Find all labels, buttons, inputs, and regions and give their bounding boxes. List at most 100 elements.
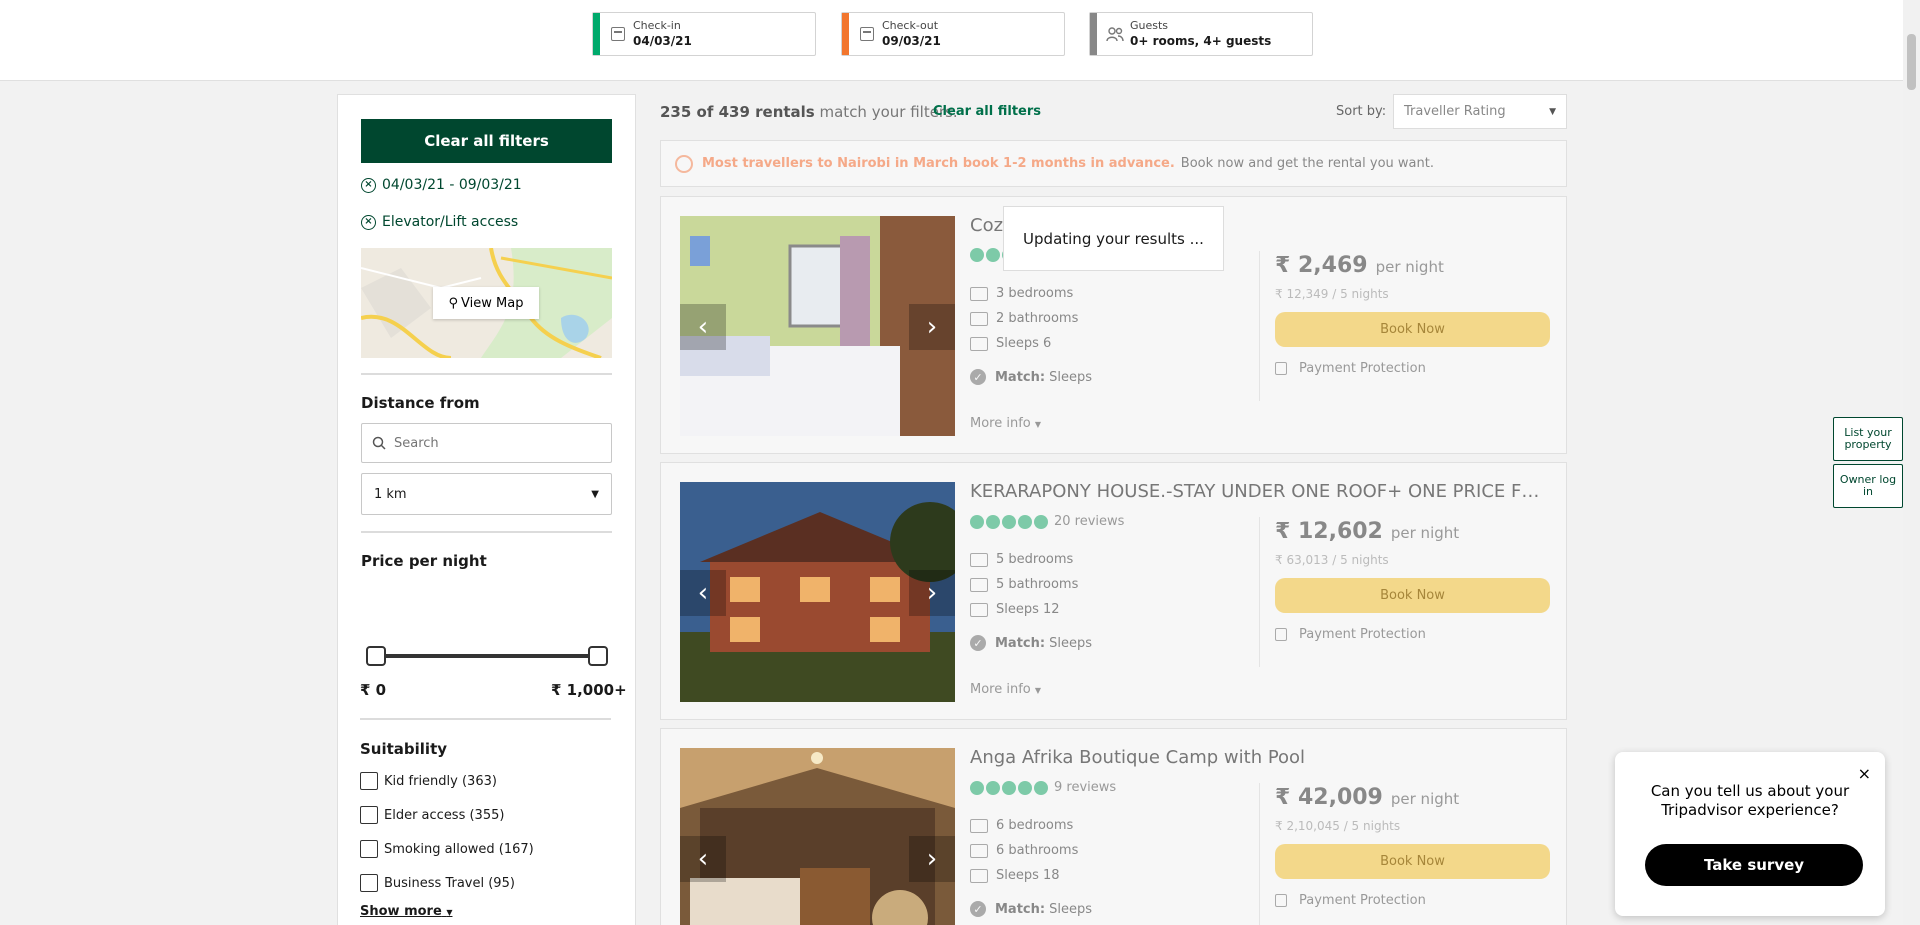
list-your-property-tab[interactable]: List your property (1833, 417, 1903, 461)
listing-title[interactable]: KERARAPONY HOUSE.-STAY UNDER ONE ROOF+ O… (970, 481, 1550, 502)
checkout-value: 09/03/21 (882, 34, 941, 48)
sort-select-value: Traveller Rating (1404, 104, 1506, 119)
divider (360, 718, 611, 720)
listing-card[interactable]: ‹ › Anga Afrika Boutique Camp with Pool … (660, 728, 1567, 925)
suitability-option[interactable]: Business Travel (95) (360, 874, 515, 892)
listing-photo[interactable]: ‹ › (680, 216, 955, 436)
listing-price: ₹ 12,602 per night (1275, 519, 1459, 544)
listing-title[interactable]: Anga Afrika Boutique Camp with Pool (970, 747, 1550, 768)
feature-label: Sleeps 6 (996, 336, 1052, 351)
card-separator (1259, 783, 1260, 925)
listing-card[interactable]: ‹ › KERARAPONY HOUSE.-STAY UNDER ONE ROO… (660, 462, 1567, 720)
price-slider-max-handle[interactable] (588, 646, 608, 666)
checkout-field[interactable]: Check-out 09/03/21 (841, 12, 1065, 56)
scrollbar-thumb[interactable] (1907, 34, 1916, 90)
map-preview[interactable]: ⚲ View Map (361, 248, 612, 358)
chevron-down-icon: ▼ (446, 908, 453, 917)
suitability-option[interactable]: Smoking allowed (167) (360, 840, 534, 858)
view-map-label: View Map (461, 295, 524, 311)
feature-label: 5 bedrooms (996, 552, 1074, 567)
results-count-bold: 235 of 439 rentals (660, 103, 815, 121)
checkbox[interactable] (360, 874, 378, 892)
rating-bubble (986, 780, 1000, 795)
guests-field[interactable]: Guests 0+ rooms, 4+ guests (1089, 12, 1313, 56)
loading-overlay: Updating your results ... (1003, 206, 1224, 271)
payment-protection[interactable]: Payment Protection (1275, 893, 1426, 908)
sort-select[interactable]: Traveller Rating ▼ (1393, 94, 1567, 129)
listing-photo[interactable]: ‹ › (680, 482, 955, 702)
match-label: Match: (995, 635, 1046, 651)
price-min-label: ₹ 0 (360, 681, 387, 699)
guests-stripe (1090, 13, 1097, 55)
checkbox[interactable] (360, 840, 378, 858)
book-now-button[interactable]: Book Now (1275, 578, 1550, 613)
checkbox[interactable] (360, 806, 378, 824)
page-scrollbar[interactable] (1903, 0, 1920, 925)
protection-label: Payment Protection (1299, 627, 1426, 642)
review-count[interactable]: 20 reviews (1054, 514, 1124, 529)
photo-prev-arrow[interactable]: ‹ (680, 304, 726, 350)
sort-label: Sort by: (1336, 104, 1387, 119)
price-per-night: per night (1390, 790, 1460, 808)
price-total: ₹ 12,349 / 5 nights (1275, 287, 1389, 301)
match-label: Match: (995, 901, 1046, 917)
suitability-option[interactable]: Elder access (355) (360, 806, 504, 824)
distance-search-field[interactable] (361, 423, 612, 463)
listing-photo[interactable]: ‹ › (680, 748, 955, 925)
owner-login-tab[interactable]: Owner log in (1833, 464, 1903, 508)
payment-protection[interactable]: Payment Protection (1275, 627, 1426, 642)
card-separator (1259, 517, 1260, 667)
review-count[interactable]: 9 reviews (1054, 780, 1116, 795)
book-now-button[interactable]: Book Now (1275, 844, 1550, 879)
suitability-option[interactable]: Kid friendly (363) (360, 772, 497, 790)
survey-question: Can you tell us about your Tripadvisor e… (1650, 782, 1850, 819)
view-map-button[interactable]: ⚲ View Map (433, 287, 539, 319)
close-icon[interactable]: × (1858, 764, 1871, 783)
checkin-stripe (593, 13, 600, 55)
rating-bubble (1034, 514, 1048, 529)
feature-bathrooms: 5 bathrooms (970, 577, 1078, 592)
feature-bedrooms: 5 bedrooms (970, 552, 1073, 567)
remove-filter-icon[interactable]: × (361, 214, 376, 230)
take-survey-button[interactable]: Take survey (1645, 844, 1863, 886)
photo-prev-arrow[interactable]: ‹ (680, 570, 726, 616)
checkbox[interactable] (360, 772, 378, 790)
suitability-label: Business Travel (95) (384, 875, 515, 891)
distance-select[interactable]: 1 km ▼ (361, 473, 612, 515)
more-info-link[interactable]: More info ▼ (970, 682, 1041, 697)
photo-next-arrow[interactable]: › (909, 304, 955, 350)
feature-bedrooms: 3 bedrooms (970, 286, 1073, 301)
show-more-link[interactable]: Show more ▼ (360, 904, 452, 919)
price-amount: ₹ 2,469 (1275, 253, 1368, 278)
price-amount: ₹ 42,009 (1275, 785, 1383, 810)
clear-all-filters-button[interactable]: Clear all filters (361, 119, 612, 163)
checkin-label: Check-in (633, 19, 681, 32)
bed-icon (970, 818, 988, 833)
clear-all-filters-link[interactable]: Clear all filters (933, 104, 1041, 119)
photo-next-arrow[interactable]: › (909, 836, 955, 882)
rating-bubble (970, 248, 984, 262)
match-indicator: ✓ Match: Sleeps (970, 901, 1092, 917)
rating-bubble (986, 248, 1000, 262)
more-info-label: More info (970, 416, 1031, 431)
check-icon: ✓ (970, 369, 986, 385)
price-slider-track[interactable] (370, 654, 596, 658)
match-label: Match: (995, 369, 1046, 385)
payment-protection[interactable]: Payment Protection (1275, 361, 1426, 376)
chevron-down-icon: ▼ (1034, 420, 1042, 429)
photo-next-arrow[interactable]: › (909, 570, 955, 616)
book-now-button[interactable]: Book Now (1275, 312, 1550, 347)
price-slider-min-handle[interactable] (366, 646, 386, 666)
top-search-bar: Check-in 04/03/21 Check-out 09/03/21 Gue… (0, 0, 1903, 81)
distance-search-input[interactable] (394, 435, 594, 451)
protection-label: Payment Protection (1299, 893, 1426, 908)
feature-label: 3 bedrooms (996, 286, 1074, 301)
more-info-link[interactable]: More info ▼ (970, 416, 1041, 431)
checkin-field[interactable]: Check-in 04/03/21 (592, 12, 816, 56)
filter-chip-dates[interactable]: × 04/03/21 - 09/03/21 (361, 177, 522, 193)
remove-filter-icon[interactable]: × (361, 177, 376, 193)
bed-icon (970, 552, 988, 567)
rating-bubble (970, 780, 984, 795)
photo-prev-arrow[interactable]: ‹ (680, 836, 726, 882)
filter-chip-elevator[interactable]: × Elevator/Lift access (361, 214, 518, 230)
